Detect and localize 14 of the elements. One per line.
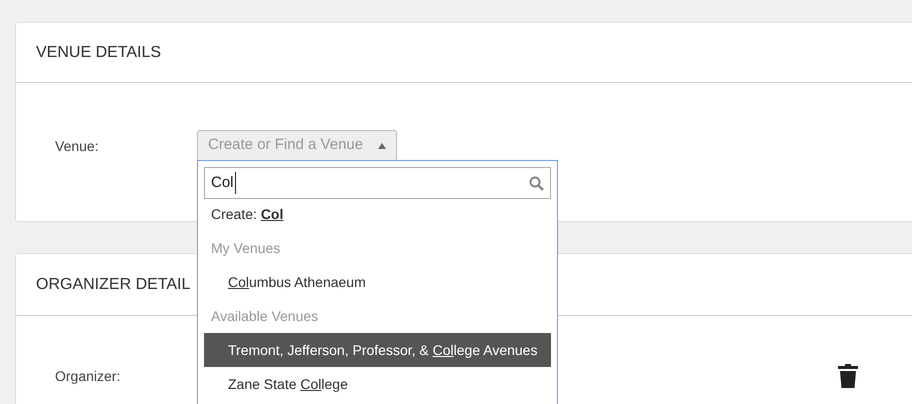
field-label: Venue:	[55, 137, 100, 156]
section-title: VENUE DETAILS	[36, 42, 162, 62]
venue-option[interactable]: Tremont, Jefferson, Professor, & College Avenues	[204, 333, 551, 367]
field-label: Organizer:	[55, 366, 120, 386]
group-label: My Venues	[210, 238, 282, 258]
search-icon	[529, 176, 544, 190]
caret-icon	[378, 142, 386, 148]
create-option[interactable]: Create: Col	[204, 197, 551, 231]
search-field[interactable]: Col	[204, 167, 551, 199]
venue-option[interactable]: Zane State College	[204, 367, 551, 401]
section-title: ORGANIZER DETAIL	[36, 274, 190, 294]
group-label: Available Venues	[210, 306, 320, 326]
trash-icon[interactable]	[838, 364, 858, 388]
venue-option[interactable]: Columbus Athenaeum	[204, 265, 551, 299]
